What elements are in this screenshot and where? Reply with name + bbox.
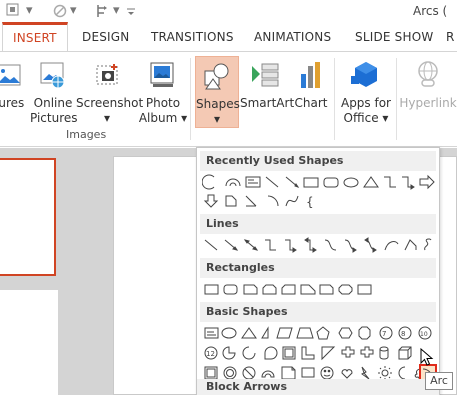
ribbon-separator [190,58,191,140]
dropdown-arrow-icon[interactable]: ▾ [70,3,77,19]
photo-album-label-2: Album ▾ [138,111,188,125]
hyperlink-button[interactable]: Hyperlink [399,56,457,128]
hyperlink-label: Hyperlink [399,96,457,110]
chart-icon [296,60,326,90]
photo-album-icon [148,60,178,90]
basic-shapes-row-2-icons[interactable]: 12 [202,344,438,362]
smartart-button[interactable]: SmartArt [240,56,295,128]
slide-thumbnail[interactable] [0,290,58,395]
recent-shapes-row-1-icons[interactable] [202,173,438,191]
dropdown-arrow-icon[interactable]: ▾ [26,3,33,19]
shape-label-10: 10 [420,331,428,338]
recent-shapes-row-2-icons[interactable]: { [202,192,438,210]
new-slide-icon[interactable] [6,3,20,22]
photo-album-button[interactable]: Photo Album ▾ [138,56,188,128]
shapes-gallery: Recently Used Shapes {Lines Rectangles … [196,147,440,395]
apps-for-office-icon [351,60,381,90]
window-title: Arcs ( [413,4,448,18]
photo-album-arrow-icon: ▾ [181,111,188,125]
shapes-icon [202,61,232,91]
apps-arrow-icon: ▾ [382,111,389,125]
customize-qat-icon[interactable] [126,3,136,24]
lines-header: Lines [200,214,436,234]
pictures-label: tures [0,96,25,110]
tab-insert[interactable]: INSERT [2,22,68,52]
slide-thumbnail-selected[interactable] [0,158,56,276]
tooltip: Arc [425,372,453,390]
shapes-arrow-icon: ▾ [213,112,221,126]
rectangles-header: Rectangles [200,258,436,278]
tab-animations[interactable]: ANIMATIONS [254,22,331,52]
redo-icon[interactable] [52,3,68,24]
pictures-icon [0,60,24,90]
ribbon: tures Online Pictures Screenshot ▾ Photo… [0,51,457,147]
tab-slide-show[interactable]: SLIDE SHOW [355,22,433,52]
shapes-label: Shapes [196,97,240,111]
basic-shapes-header: Basic Shapes [200,302,436,322]
block-arrows-label: Block Arrows [206,380,288,393]
tab-transitions[interactable]: TRANSITIONS [151,22,234,52]
pictures-button[interactable]: tures [0,56,28,128]
smartart-label: SmartArt [240,96,295,110]
block-arrows-section: Block Arrows [196,379,440,395]
shape-label-7: 7 [382,330,386,338]
online-pictures-icon [38,60,68,90]
apps-for-office-label-1: Apps for [340,96,391,110]
brace-icon: { [306,195,314,209]
recent-shapes-row-1 [202,173,438,191]
screenshot-arrow-icon: ▾ [103,111,111,125]
basic-shapes-row-1-icons[interactable]: 7 8 10 [202,324,438,342]
shapes-button[interactable]: Shapes ▾ [195,56,240,128]
shape-label-8: 8 [401,330,405,338]
chart-label: Chart [294,96,328,110]
rectangles-row-icons[interactable] [202,280,438,298]
basic-shapes-row-1: 7 8 10 [202,324,438,342]
ribbon-separator [396,58,397,140]
rectangles-row [202,280,438,298]
lines-row [202,236,438,254]
apps-for-office-button[interactable]: Apps for Office ▾ [338,56,394,128]
screenshot-label: Screenshot [76,96,144,110]
chart-button[interactable]: Chart [292,56,330,128]
online-pictures-label-1: Online [33,96,73,110]
lines-row-icons[interactable] [202,236,438,254]
format-painter-icon[interactable] [95,3,111,24]
photo-album-label-1: Photo [145,96,181,110]
ribbon-tabs: INSERT DESIGN TRANSITIONS ANIMATIONS SLI… [0,22,457,52]
hyperlink-icon [413,60,443,90]
screenshot-icon [92,60,122,90]
dropdown-arrow-icon[interactable]: ▾ [113,3,120,19]
mouse-cursor-icon [420,347,434,371]
screenshot-button[interactable]: Screenshot ▾ [76,56,144,128]
ribbon-separator [334,58,335,140]
apps-for-office-label-2: Office ▾ [343,111,389,125]
basic-shapes-row-2: 12 [202,344,438,362]
quick-access-toolbar: ▾ ▾ ▾ Arcs ( [0,0,457,22]
recent-shapes-row-2: { [202,192,438,210]
shape-label-12: 12 [206,350,215,358]
recent-shapes-header: Recently Used Shapes [200,151,436,171]
online-pictures-label-2: Pictures [30,111,78,125]
tab-review[interactable]: R [446,22,455,52]
smartart-icon [250,60,280,90]
tab-design[interactable]: DESIGN [82,22,129,52]
images-group-label: Images [66,128,107,141]
online-pictures-button[interactable]: Online Pictures [30,56,78,128]
